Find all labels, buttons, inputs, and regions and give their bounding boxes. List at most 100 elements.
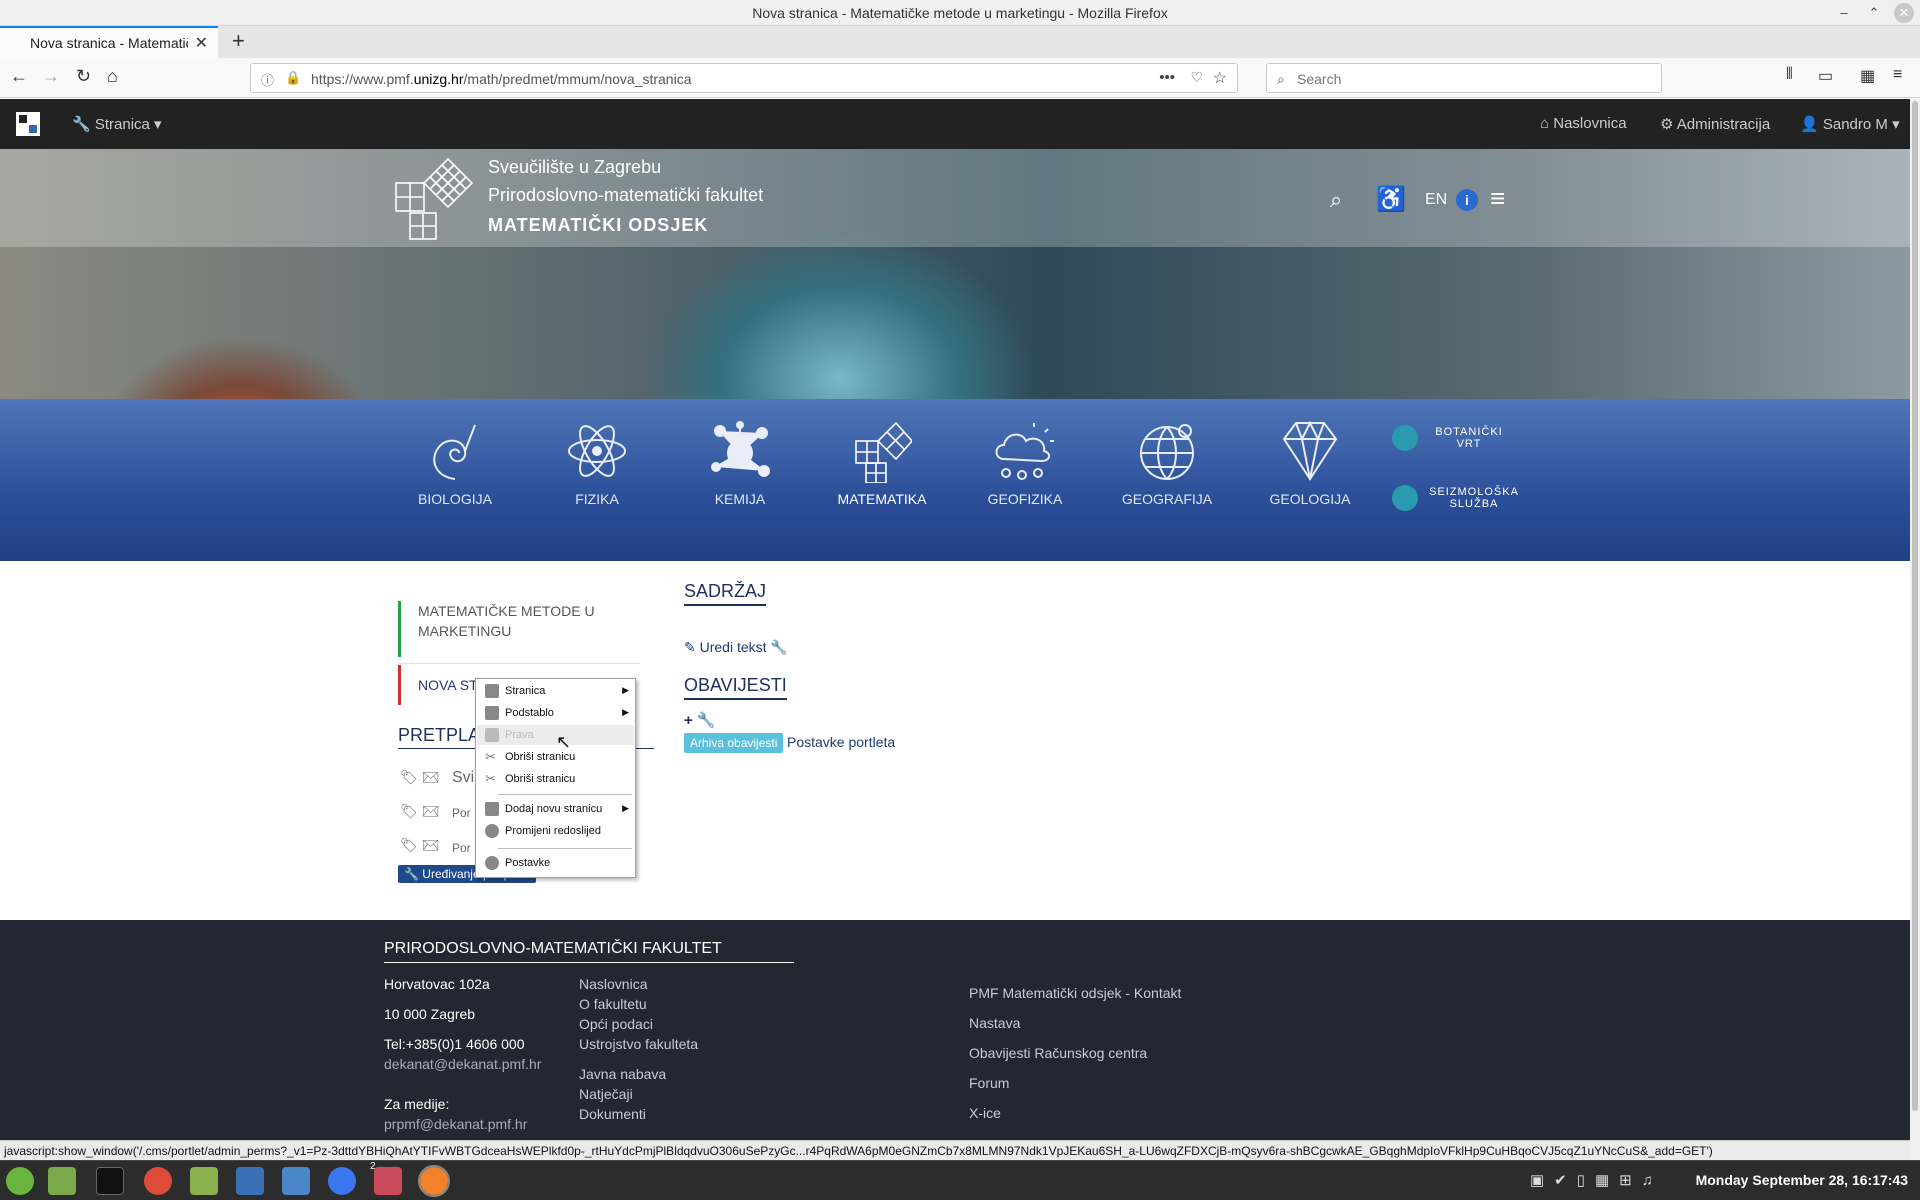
footer-link[interactable]: PMF Matematički odsjek - Kontakt <box>969 978 1181 1008</box>
new-tab-icon[interactable]: + <box>232 28 245 54</box>
ctx-obrisi-2[interactable]: ✂ Obriši stranicu <box>477 769 634 789</box>
administracija-link[interactable]: ⚙ Administracija <box>1660 115 1770 133</box>
seismology-icon[interactable] <box>1392 485 1418 511</box>
atom-icon <box>568 425 626 477</box>
reload-icon[interactable]: ↻ <box>76 66 91 87</box>
subscription-item[interactable]: Por <box>452 841 471 855</box>
accessibility-icon[interactable]: ♿ <box>1376 185 1406 214</box>
dept-biologija[interactable]: BIOLOGIJA <box>395 419 515 507</box>
bookmark-star-icon[interactable]: ☆ <box>1213 68 1227 88</box>
email-link[interactable]: dekanat@dekanat.pmf.hr <box>384 1054 541 1074</box>
ctx-stranica[interactable]: Stranica ▶ <box>477 681 634 701</box>
ctx-podstablo[interactable]: Podstablo ▶ <box>477 703 634 723</box>
url-text: https://www.pmf.unizg.hr/math/predmet/mm… <box>311 71 692 87</box>
screenshot-icon[interactable] <box>282 1167 310 1195</box>
seismology-link[interactable]: SEIZMOLOŠKA SLUŽBA <box>1424 486 1524 510</box>
news-archive-button[interactable]: Arhiva obavijesti <box>684 733 784 753</box>
dept-geografija[interactable]: GEOGRAFIJA <box>1107 419 1227 507</box>
add-wrench-icon[interactable]: + 🔧 <box>684 711 716 729</box>
extensions-icon[interactable]: ▦ <box>1860 66 1875 86</box>
firefox-icon[interactable] <box>418 1165 450 1197</box>
search-input[interactable]: ⌕ Search <box>1266 63 1662 93</box>
footer-link[interactable]: O fakultetu <box>579 994 698 1014</box>
close-tab-icon[interactable]: ✕ <box>195 33 208 53</box>
footer-link[interactable]: Naslovnica <box>579 974 698 994</box>
status-bar: javascript:show_window('/.cms/portlet/ad… <box>0 1140 1910 1160</box>
footer: PRIRODOSLOVNO-MATEMATIČKI FAKULTET Horva… <box>0 920 1910 1140</box>
info-icon[interactable]: ⓘ <box>261 70 274 89</box>
footer-link[interactable]: Natječaji <box>579 1084 698 1104</box>
url-bar[interactable]: ⓘ 🔒 https://www.pmf.unizg.hr/math/predme… <box>250 63 1238 93</box>
back-icon[interactable]: ← <box>10 66 28 87</box>
mint-menu-icon[interactable] <box>6 1167 34 1195</box>
info-icon[interactable]: i <box>1456 189 1478 211</box>
home-icon[interactable]: ⌂ <box>107 66 118 87</box>
naslovnica-link[interactable]: ⌂ Naslovnica <box>1540 115 1627 132</box>
menu-item-course[interactable]: MATEMATIČKE METODE U MARKETINGU <box>398 601 640 657</box>
cms-admin-bar: 🔧 Stranica ▾ ⌂ Naslovnica ⚙ Administraci… <box>0 99 1910 149</box>
footer-link[interactable]: Nastava <box>969 1008 1181 1038</box>
hamburger-menu-icon[interactable]: ≡ <box>1893 66 1902 84</box>
maximize-icon[interactable]: ⌃ <box>1864 3 1884 23</box>
shell-icon <box>433 424 476 480</box>
cms-logo-icon[interactable] <box>16 112 40 136</box>
footer-link[interactable]: Ustrojstvo fakulteta <box>579 1034 698 1054</box>
cloud-icon <box>995 423 1054 480</box>
signal-icon[interactable] <box>328 1167 356 1195</box>
page-actions-icon[interactable]: ••• <box>1159 69 1175 86</box>
faculty-logo-icon[interactable] <box>392 155 476 247</box>
close-window-icon[interactable]: ✕ <box>1894 3 1914 23</box>
botanical-garden-link[interactable]: BOTANIČKI VRT <box>1424 426 1514 450</box>
university-name: Sveučilište u Zagrebu <box>488 157 662 177</box>
footer-link[interactable]: Dokumenti <box>579 1104 698 1124</box>
show-desktop-icon[interactable] <box>48 1167 76 1195</box>
tag-icon: 🏷 ✉ <box>400 803 440 819</box>
scrollbar[interactable] <box>1910 99 1920 1160</box>
dept-geologija[interactable]: GEOLOGIJA <box>1250 419 1370 507</box>
footer-link[interactable]: Obavijesti Računskog centra <box>969 1038 1181 1068</box>
lock-icon[interactable]: 🔒 <box>285 70 301 86</box>
hamburger-menu-icon[interactable]: ≡ <box>1490 183 1505 214</box>
footer-link[interactable]: Opći podaci <box>579 1014 698 1034</box>
media-email-link[interactable]: prpmf@dekanat.pmf.hr <box>384 1114 541 1134</box>
ctx-postavke[interactable]: Postavke <box>477 853 634 873</box>
terminal-icon[interactable] <box>96 1167 124 1195</box>
system-tray[interactable]: ▣✔▯▦⊞♫ <box>1530 1171 1663 1189</box>
portlet-settings-link[interactable]: Postavke portleta <box>787 734 895 750</box>
grid-icon <box>855 421 912 483</box>
files-icon[interactable] <box>190 1167 218 1195</box>
tab-title: Nova stranica - Matematič <box>30 35 188 51</box>
faculty-name: Prirodoslovno-matematički fakultet <box>488 185 764 205</box>
forward-icon[interactable]: → <box>42 66 60 87</box>
sidebar-icon[interactable]: ▭ <box>1818 66 1833 86</box>
search-icon[interactable]: ⌕ <box>1330 187 1342 213</box>
subscription-item[interactable]: Por <box>452 806 471 820</box>
edit-text-link[interactable]: ✎ Uredi tekst 🔧 <box>684 639 788 656</box>
ctx-redoslijed[interactable]: Promijeni redoslijed <box>477 821 634 841</box>
botanical-garden-icon[interactable] <box>1392 425 1418 451</box>
minimize-icon[interactable]: – <box>1834 3 1854 23</box>
language-switch[interactable]: EN <box>1425 191 1447 209</box>
footer-link[interactable]: Javna nabava <box>579 1064 698 1084</box>
footer-link[interactable]: X-ice <box>969 1098 1181 1128</box>
dept-geofizika[interactable]: GEOFIZIKA <box>965 419 1085 507</box>
footer-link[interactable]: Forum <box>969 1068 1181 1098</box>
content-heading: SADRŽAJ <box>684 581 767 606</box>
footer-address: Horvatovac 102a 10 000 Zagreb Tel:+385(0)1… <box>384 976 542 1134</box>
tab-bar: Nova stranica - Matematič ✕ + <box>0 26 1920 58</box>
dept-fizika[interactable]: FIZIKA <box>537 419 657 507</box>
search-icon: ⌕ <box>1277 71 1285 87</box>
stranica-menu[interactable]: 🔧 Stranica ▾ <box>72 115 162 133</box>
subscription-all[interactable]: Svi <box>452 769 474 787</box>
app-icon[interactable] <box>374 1167 402 1195</box>
chrome-icon[interactable] <box>144 1167 172 1195</box>
pocket-icon[interactable]: ♡ <box>1190 69 1203 86</box>
clock[interactable]: Monday September 28, 16:17:43 <box>1696 1172 1908 1188</box>
ctx-dodaj[interactable]: Dodaj novu stranicu ▶ <box>477 799 634 819</box>
user-menu[interactable]: 👤 Sandro M ▾ <box>1800 115 1900 133</box>
dept-matematika[interactable]: MATEMATIKA <box>822 419 942 507</box>
library-icon[interactable]: ⫴ <box>1786 66 1793 84</box>
dept-kemija[interactable]: KEMIJA <box>680 419 800 507</box>
mail-icon[interactable] <box>236 1167 264 1195</box>
browser-tab[interactable]: Nova stranica - Matematič ✕ <box>0 26 218 58</box>
